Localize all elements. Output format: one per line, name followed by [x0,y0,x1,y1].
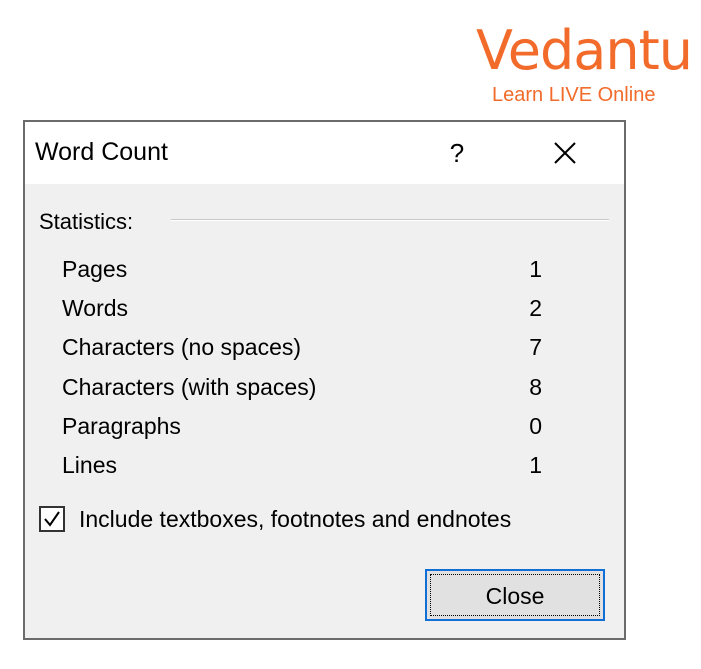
stat-value: 7 [529,334,542,361]
statistics-label: Statistics: [39,209,134,234]
stat-label: Characters (with spaces) [62,373,317,400]
stat-label: Paragraphs [62,412,181,439]
logo-wordmark: Vedantu [476,19,693,82]
stat-label: Lines [62,451,117,478]
stat-value: 8 [529,373,542,400]
stat-row-pages: Pages 1 [62,254,542,293]
include-textboxes-label: Include textboxes, footnotes and endnote… [79,506,512,532]
dialog-titlebar: Word Count ? [25,122,624,184]
stat-label: Characters (no spaces) [62,334,302,361]
vedantu-logo: Vedantu Learn LIVE Online [462,20,693,110]
stat-value: 1 [529,451,542,478]
word-count-dialog: Word Count ? Statistics: Pages 1 Words 2… [23,120,626,640]
stat-label: Pages [62,256,128,282]
help-button[interactable]: ? [437,128,477,178]
stat-row-lines: Lines 1 [62,450,542,489]
checkmark-icon [44,511,60,527]
statistics-list: Pages 1 Words 2 Characters (no spaces) 7… [62,254,542,489]
stat-value: 0 [529,412,542,439]
stat-row-paragraphs: Paragraphs 0 [62,411,542,450]
stat-label: Words [62,295,129,322]
include-textboxes-option[interactable]: Include textboxes, footnotes and endnote… [39,504,614,534]
section-divider [171,219,609,221]
include-textboxes-checkbox[interactable] [39,506,65,532]
stat-value: 1 [529,256,542,282]
close-icon [554,142,576,164]
logo-tagline: Learn LIVE Online [492,84,656,106]
stat-row-characters-no-spaces: Characters (no spaces) 7 [62,332,542,371]
close-button[interactable]: Close [425,569,605,621]
close-window-button[interactable] [545,130,585,176]
stat-value: 2 [529,295,542,322]
stat-row-words: Words 2 [62,293,542,332]
stat-row-characters-with-spaces: Characters (with spaces) 8 [62,372,542,411]
close-button-label: Close [430,574,600,616]
dialog-title: Word Count [35,138,168,166]
